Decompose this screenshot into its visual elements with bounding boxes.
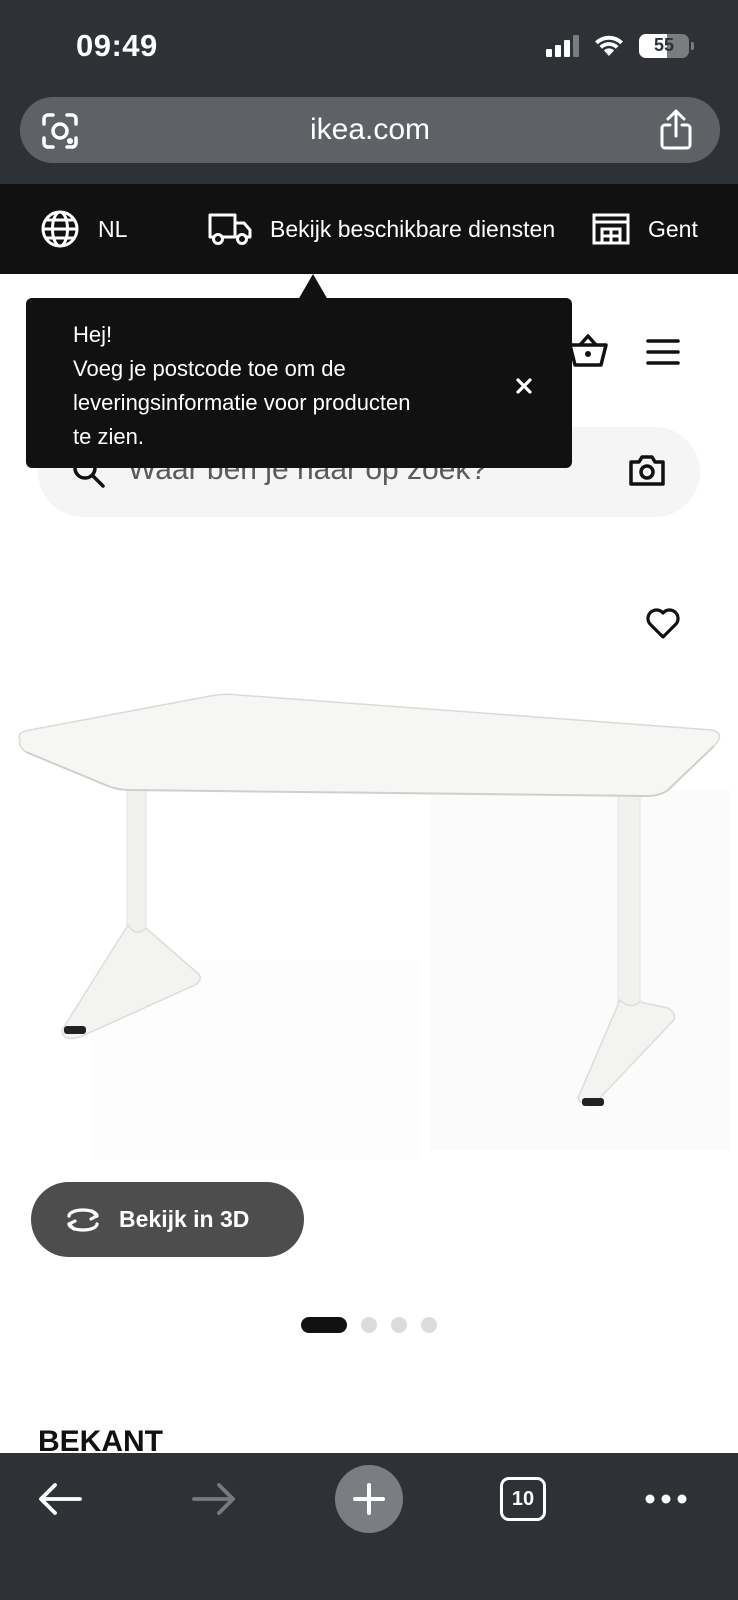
battery-tip bbox=[691, 42, 694, 50]
rotate-3d-icon bbox=[67, 1207, 99, 1232]
battery-icon: 55 bbox=[639, 34, 689, 58]
battery-level: 55 bbox=[653, 35, 675, 55]
language-selector[interactable]: NL bbox=[40, 184, 127, 274]
tab-count: 10 bbox=[511, 1487, 535, 1510]
shopping-basket-icon[interactable] bbox=[568, 333, 608, 369]
status-time: 09:49 bbox=[76, 28, 158, 63]
tooltip-line: te zien. bbox=[73, 424, 144, 449]
close-icon bbox=[516, 378, 532, 394]
product-image-desk[interactable] bbox=[0, 680, 738, 1180]
carousel-dot[interactable] bbox=[421, 1317, 437, 1333]
back-button[interactable] bbox=[30, 1469, 90, 1529]
image-carousel-indicator[interactable] bbox=[301, 1317, 437, 1333]
carousel-dot[interactable] bbox=[361, 1317, 377, 1333]
delivery-truck-icon bbox=[208, 213, 252, 245]
tabs-icon: 10 bbox=[500, 1477, 546, 1521]
hamburger-menu-icon[interactable] bbox=[646, 338, 680, 366]
carousel-dot-active[interactable] bbox=[301, 1317, 347, 1333]
language-label: NL bbox=[98, 215, 128, 242]
forward-button[interactable] bbox=[184, 1469, 244, 1529]
tooltip-message: Hej! Voeg je postcode toe om de levering… bbox=[73, 318, 493, 454]
tabs-button[interactable]: 10 bbox=[498, 1469, 548, 1529]
globe-icon bbox=[41, 210, 79, 248]
service-bar: NL Bekijk beschikbare diensten Gent bbox=[0, 184, 738, 274]
delivery-label: Bekijk beschikbare diensten bbox=[270, 215, 556, 242]
store-selector[interactable]: Gent bbox=[592, 184, 698, 274]
delivery-services-link[interactable]: Bekijk beschikbare diensten bbox=[208, 184, 555, 274]
share-icon[interactable] bbox=[656, 109, 696, 151]
address-bar[interactable]: ikea.com bbox=[20, 97, 720, 163]
view-in-3d-button[interactable]: Bekijk in 3D bbox=[31, 1182, 304, 1257]
heart-icon[interactable] bbox=[645, 606, 681, 640]
url-text[interactable]: ikea.com bbox=[20, 113, 720, 147]
status-icons: 55 bbox=[546, 34, 694, 58]
wifi-icon bbox=[595, 35, 623, 56]
camera-icon[interactable] bbox=[628, 453, 666, 487]
store-icon bbox=[592, 213, 630, 245]
new-tab-button[interactable] bbox=[335, 1465, 403, 1533]
tooltip-line: leveringsinformatie voor producten bbox=[73, 390, 411, 415]
tooltip-line: Hej! bbox=[73, 322, 113, 347]
tooltip-close-button[interactable] bbox=[508, 370, 540, 402]
browser-bottom-toolbar: 10 bbox=[0, 1453, 738, 1600]
tooltip-line: Voeg je postcode toe om de bbox=[73, 356, 346, 381]
browser-top-chrome: 09:49 55 ikea.com bbox=[0, 0, 738, 184]
more-button[interactable] bbox=[638, 1469, 694, 1529]
signal-icon bbox=[546, 35, 579, 57]
carousel-dot[interactable] bbox=[391, 1317, 407, 1333]
view-in-3d-label: Bekijk in 3D bbox=[119, 1206, 250, 1232]
tooltip-arrow bbox=[298, 274, 328, 300]
plus-icon bbox=[353, 1483, 385, 1515]
forward-arrow-icon bbox=[192, 1483, 235, 1515]
back-arrow-icon bbox=[39, 1483, 82, 1515]
postcode-tooltip: Hej! Voeg je postcode toe om de levering… bbox=[26, 298, 572, 468]
store-label: Gent bbox=[648, 215, 698, 242]
more-dots-icon bbox=[645, 1494, 687, 1504]
